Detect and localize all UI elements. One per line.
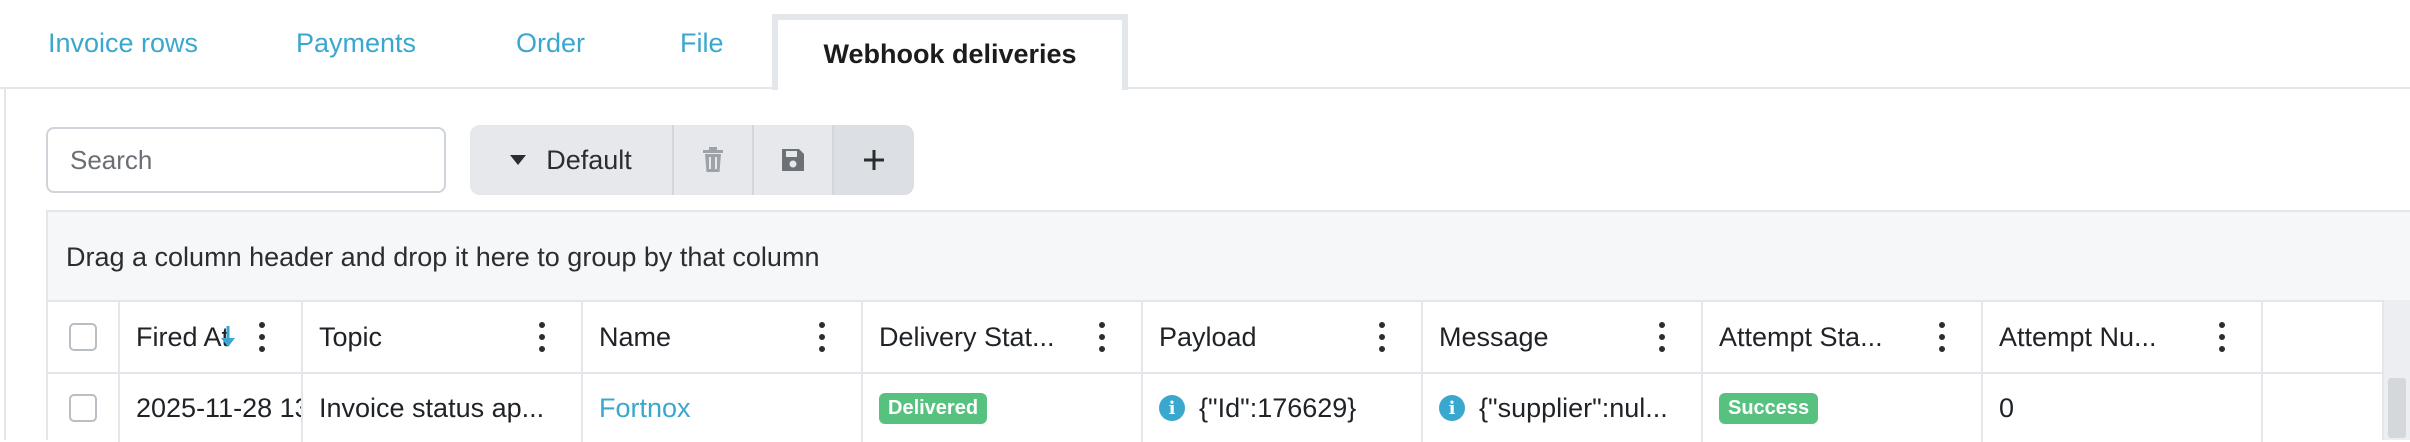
column-menu-icon[interactable] — [1939, 322, 1945, 352]
vertical-scrollbar[interactable] — [2382, 300, 2410, 440]
delete-view-button[interactable] — [674, 125, 754, 195]
trash-icon — [703, 147, 723, 172]
column-header-name[interactable]: Name — [583, 302, 863, 372]
column-header-label: Attempt Sta... — [1719, 321, 1883, 352]
group-drop-hint: Drag a column header and drop it here to… — [66, 242, 820, 272]
view-button-group: Default — [470, 125, 914, 195]
cell-topic: Invoice status ap... — [303, 374, 583, 442]
caret-down-icon — [510, 155, 527, 165]
row-checkbox[interactable] — [69, 394, 97, 422]
tab-webhook-deliveries[interactable]: Webhook deliveries — [772, 14, 1128, 90]
payload-text: {"Id":176629} — [1199, 392, 1357, 423]
header-select-cell — [48, 302, 120, 372]
save-icon — [782, 149, 804, 171]
select-all-checkbox[interactable] — [69, 323, 97, 351]
plus-icon — [864, 150, 884, 170]
column-header-label: Message — [1439, 321, 1549, 352]
column-header-label: Delivery Stat... — [879, 321, 1055, 352]
column-menu-icon[interactable] — [1659, 322, 1665, 352]
column-header-topic[interactable]: Topic — [303, 302, 583, 372]
sort-descending-icon — [221, 326, 235, 347]
column-header-label: Name — [599, 321, 672, 352]
cell-attempt-status: Success — [1703, 374, 1983, 442]
name-link[interactable]: Fortnox — [599, 393, 691, 424]
column-header-label: Fired At — [136, 321, 230, 352]
cell-name: Fortnox — [583, 374, 863, 442]
column-header-payload[interactable]: Payload — [1143, 302, 1423, 372]
column-header-fired-at[interactable]: Fired At — [120, 302, 303, 372]
tab-bar: Invoice rows Payments Order File Webhook… — [0, 0, 2410, 90]
column-menu-icon[interactable] — [1099, 322, 1105, 352]
cell-delivery-status: Delivered — [863, 374, 1143, 442]
grid-header-row: Fired At Topic Name Delivery Stat... Pay… — [48, 302, 2410, 374]
attempt-status-badge: Success — [1719, 392, 1819, 424]
add-view-button[interactable] — [834, 125, 914, 195]
column-header-attempt-status[interactable]: Attempt Sta... — [1703, 302, 1983, 372]
column-menu-icon[interactable] — [1379, 322, 1385, 352]
tab-invoice-rows[interactable]: Invoice rows — [48, 28, 198, 59]
view-select-label: Default — [546, 144, 632, 175]
cell-fired-at: 2025-11-28 13:14 — [120, 374, 303, 442]
column-header-attempt-number[interactable]: Attempt Nu... — [1983, 302, 2263, 372]
column-header-message[interactable]: Message — [1423, 302, 1703, 372]
info-icon[interactable]: i — [1159, 395, 1185, 421]
column-menu-icon[interactable] — [259, 322, 265, 352]
info-icon[interactable]: i — [1439, 395, 1465, 421]
cell-payload: i {"Id":176629} — [1143, 374, 1423, 442]
view-select-button[interactable]: Default — [470, 125, 674, 195]
scrollbar-thumb[interactable] — [2388, 378, 2406, 438]
column-header-label: Topic — [319, 321, 383, 352]
webhook-deliveries-grid: Fired At Topic Name Delivery Stat... Pay… — [46, 300, 2410, 442]
group-drop-zone[interactable]: Drag a column header and drop it here to… — [46, 210, 2410, 300]
column-menu-icon[interactable] — [819, 322, 825, 352]
table-row[interactable]: 2025-11-28 13:14 Invoice status ap... Fo… — [48, 374, 2410, 442]
cell-message: i {"supplier":nul... — [1423, 374, 1703, 442]
delivery-status-badge: Delivered — [879, 392, 988, 424]
column-header-delivery-status[interactable]: Delivery Stat... — [863, 302, 1143, 372]
column-header-label: Attempt Nu... — [1999, 321, 2157, 352]
tab-file[interactable]: File — [680, 28, 724, 59]
column-header-label: Payload — [1159, 321, 1257, 352]
tab-payments[interactable]: Payments — [296, 28, 416, 59]
tab-order[interactable]: Order — [516, 28, 585, 59]
column-menu-icon[interactable] — [2219, 322, 2225, 352]
message-text: {"supplier":nul... — [1479, 392, 1668, 423]
cell-attempt-number: 0 — [1983, 374, 2263, 442]
column-menu-icon[interactable] — [539, 322, 545, 352]
search-input[interactable] — [46, 127, 446, 193]
save-view-button[interactable] — [754, 125, 834, 195]
row-select-cell — [48, 374, 120, 442]
